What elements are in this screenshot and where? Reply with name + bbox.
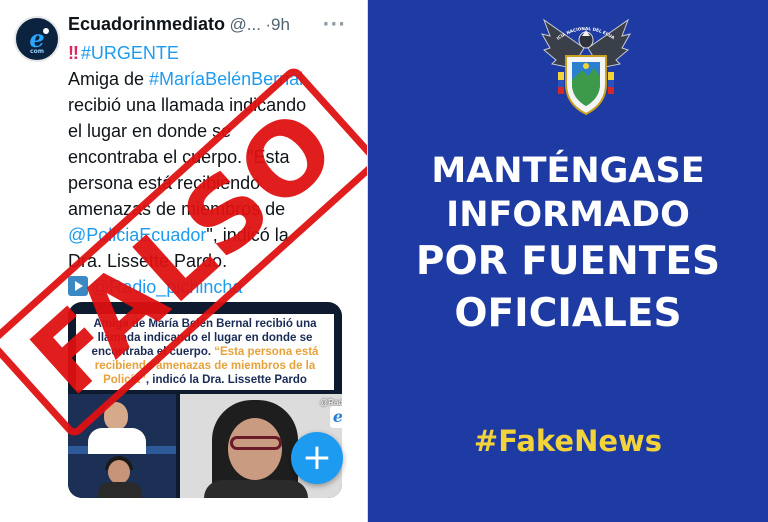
official-banner: POLICÍA NACIONAL DEL ECUADOR MANTÉNGASE … [368,0,768,522]
fakenews-hashtag: #FakeNews [473,424,663,458]
banner-line-3: POR FUENTES [415,239,721,284]
logo-dot [43,28,49,34]
banner-line-1: MANTÉNGASE [431,151,705,191]
tweet-header: Ecuadorinmediato @... ·9h ··· [68,14,358,38]
compose-fab-button[interactable]: + [291,432,343,484]
author-handle[interactable]: @... [229,15,260,34]
hashtag-urgente[interactable]: #URGENTE [81,43,179,63]
tweet-screenshot: e com Ecuadorinmediato @... ·9h ··· ‼ #UR… [0,0,368,522]
tweet-line-1: ‼ #URGENTE [68,40,360,66]
police-crest-icon: POLICÍA NACIONAL DEL ECUADOR [538,14,632,116]
station-logo-icon: e [330,406,342,428]
host2-body [98,482,142,498]
guest-body [204,480,308,498]
guest-glasses [230,436,282,450]
avatar-com-label: com [30,48,44,55]
host2-head [108,460,130,484]
media-caption-part-3: , indicó la Dra. Lissette Pardo [145,374,307,386]
time-ago[interactable]: 9h [271,15,290,34]
more-options-icon[interactable]: ··· [322,14,346,35]
author-name[interactable]: Ecuadorinmediato [68,14,225,34]
host-body [88,428,146,454]
tweet-line-2-text: Amiga de [68,69,150,89]
double-exclamation-icon: ‼ [68,43,79,63]
banner-line-4: OFICIALES [454,291,682,336]
avatar[interactable]: e com [14,16,60,62]
banner-line-2: INFORMADO [446,195,690,235]
